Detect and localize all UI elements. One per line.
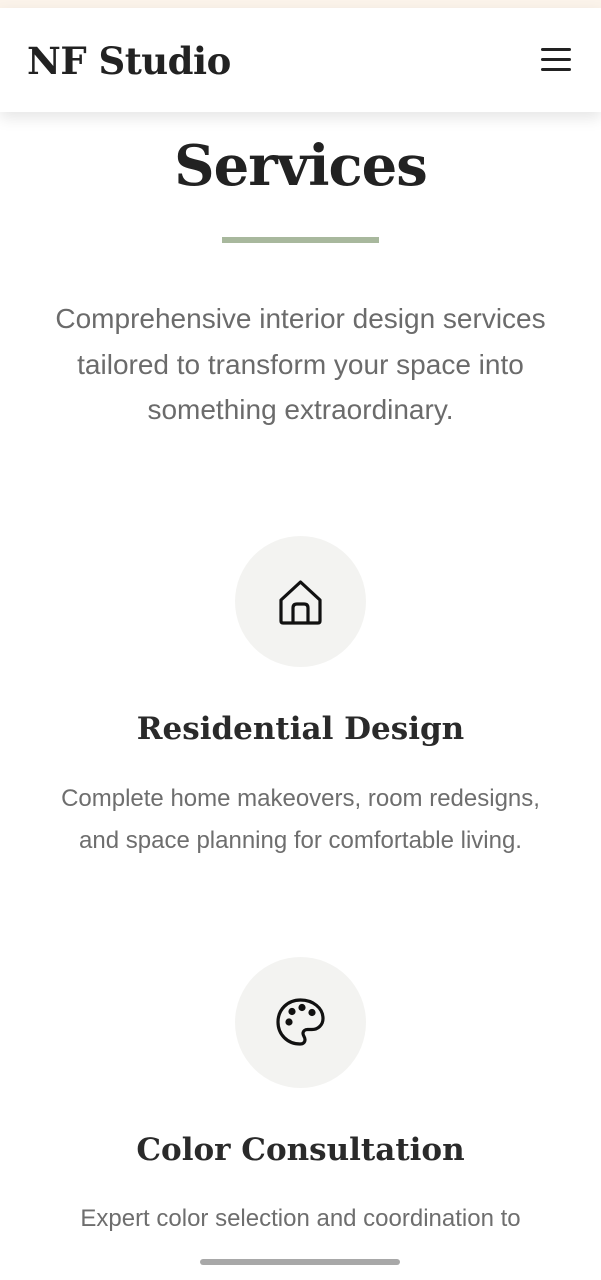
section-title: Services [174,133,428,199]
menu-button[interactable] [536,44,576,84]
site-header: NF Studio [0,8,601,112]
service-description: Expert color selection and coordination … [80,1205,521,1232]
service-description: Complete home makeovers, room redesigns,… [61,785,540,854]
title-divider [222,237,379,243]
section-intro: Comprehensive interior design services t… [55,303,546,425]
service-icon-circle [235,957,366,1088]
hamburger-menu-icon [536,44,576,84]
top-strip [0,0,601,8]
service-title: Residential Design [136,711,465,747]
service-title: Color Consultation [136,1132,465,1168]
service-icon-circle [235,536,366,667]
brand-logo[interactable]: NF Studio [27,38,231,84]
home-indicator[interactable] [200,1259,400,1265]
